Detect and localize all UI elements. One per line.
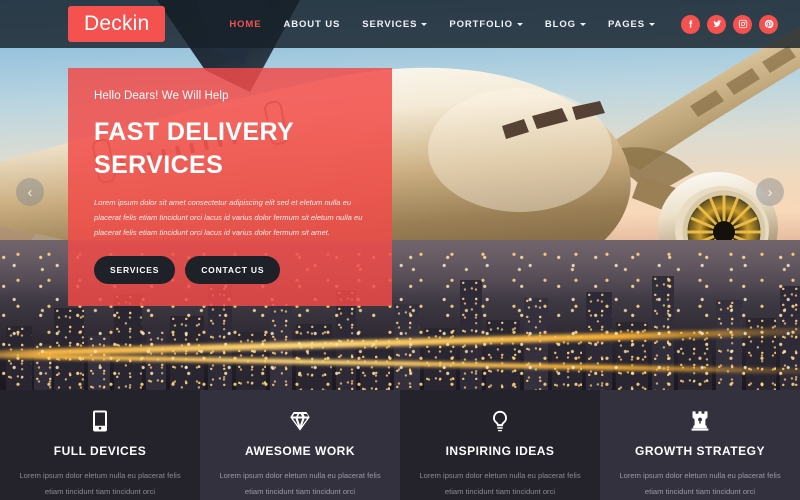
hero-title: FAST DELIVERY SERVICES bbox=[94, 116, 366, 182]
diamond-icon bbox=[200, 406, 400, 436]
carousel-prev-button[interactable]: ‹ bbox=[16, 178, 44, 206]
lightbulb-icon bbox=[400, 406, 600, 436]
logo[interactable]: Deckin bbox=[68, 6, 166, 42]
feature-title: FULL DEVICES bbox=[53, 444, 147, 458]
feature-text: Lorem ipsum dolor eletum nulla eu placer… bbox=[19, 471, 181, 496]
facebook-icon[interactable] bbox=[681, 14, 700, 34]
chevron-down-icon bbox=[421, 22, 428, 26]
chevron-down-icon bbox=[579, 22, 586, 26]
nav-item-portfolio[interactable]: PORTFOLIO bbox=[449, 19, 523, 30]
carousel-next-button[interactable]: › bbox=[756, 178, 784, 206]
chevron-left-icon: ‹ bbox=[27, 183, 33, 201]
nav-label: ABOUT US bbox=[283, 18, 341, 30]
feature-title: AWESOME WORK bbox=[245, 444, 355, 458]
hero-panel: Hello Dears! We Will Help FAST DELIVERY … bbox=[68, 68, 392, 306]
hero-slider: ‹ › Hello Dears! We Will Help FAST DELIV… bbox=[0, 0, 800, 390]
instagram-icon[interactable] bbox=[733, 14, 752, 34]
hero-paragraph: Lorem ipsum dolor sit amet consectetur a… bbox=[94, 198, 363, 237]
nav-item-pages[interactable]: PAGES bbox=[608, 19, 655, 30]
nav-label: HOME bbox=[229, 18, 262, 30]
twitter-icon[interactable] bbox=[707, 14, 726, 34]
nav-item-home[interactable]: HOME bbox=[229, 19, 261, 30]
nav-item-blog[interactable]: BLOG bbox=[545, 19, 586, 30]
mobile-phone-icon bbox=[0, 406, 200, 436]
contact-us-button[interactable]: CONTACT US bbox=[185, 256, 281, 285]
nav-label: SERVICES bbox=[362, 18, 418, 30]
features-section: FULL DEVICES Lorem ipsum dolor eletum nu… bbox=[0, 390, 800, 500]
chess-rook-icon bbox=[600, 406, 800, 436]
services-button[interactable]: SERVICES bbox=[94, 256, 176, 285]
feature-card-inspiring-ideas[interactable]: INSPIRING IDEAS Lorem ipsum dolor eletum… bbox=[400, 390, 600, 500]
feature-text: Lorem ipsum dolor eletum nulla eu placer… bbox=[419, 471, 581, 496]
feature-title: INSPIRING IDEAS bbox=[445, 444, 555, 458]
social-links bbox=[681, 14, 778, 34]
hero-buttons: SERVICES CONTACT US bbox=[94, 256, 366, 285]
nav-item-about-us[interactable]: ABOUT US bbox=[283, 19, 340, 30]
chevron-right-icon: › bbox=[767, 183, 773, 201]
nav-label: PAGES bbox=[607, 18, 645, 30]
chevron-down-icon bbox=[516, 22, 523, 26]
feature-title: GROWTH STRATEGY bbox=[635, 444, 765, 458]
hero-kicker: Hello Dears! We Will Help bbox=[94, 90, 229, 102]
page-root: ‹ › Hello Dears! We Will Help FAST DELIV… bbox=[0, 0, 800, 500]
feature-card-growth-strategy[interactable]: GROWTH STRATEGY Lorem ipsum dolor eletum… bbox=[600, 390, 800, 500]
chevron-down-icon bbox=[649, 22, 655, 26]
nav-label: BLOG bbox=[544, 18, 576, 30]
main-navigation: HOME ABOUT US SERVICES PORTFOLIO BLOG PA… bbox=[229, 19, 655, 30]
feature-card-awesome-work[interactable]: AWESOME WORK Lorem ipsum dolor eletum nu… bbox=[200, 390, 400, 500]
nav-item-services[interactable]: SERVICES bbox=[362, 18, 428, 30]
hero-title-line-2: SERVICES bbox=[94, 151, 224, 179]
nav-label: PORTFOLIO bbox=[449, 18, 513, 30]
feature-card-full-devices[interactable]: FULL DEVICES Lorem ipsum dolor eletum nu… bbox=[0, 390, 200, 500]
pinterest-icon[interactable] bbox=[759, 14, 778, 34]
site-header: Deckin HOME ABOUT US SERVICES PORTFOLIO … bbox=[0, 0, 800, 48]
feature-text: Lorem ipsum dolor eletum nulla eu placer… bbox=[619, 471, 781, 496]
hero-title-line-1: FAST DELIVERY bbox=[94, 118, 295, 146]
feature-text: Lorem ipsum dolor eletum nulla eu placer… bbox=[219, 471, 381, 496]
